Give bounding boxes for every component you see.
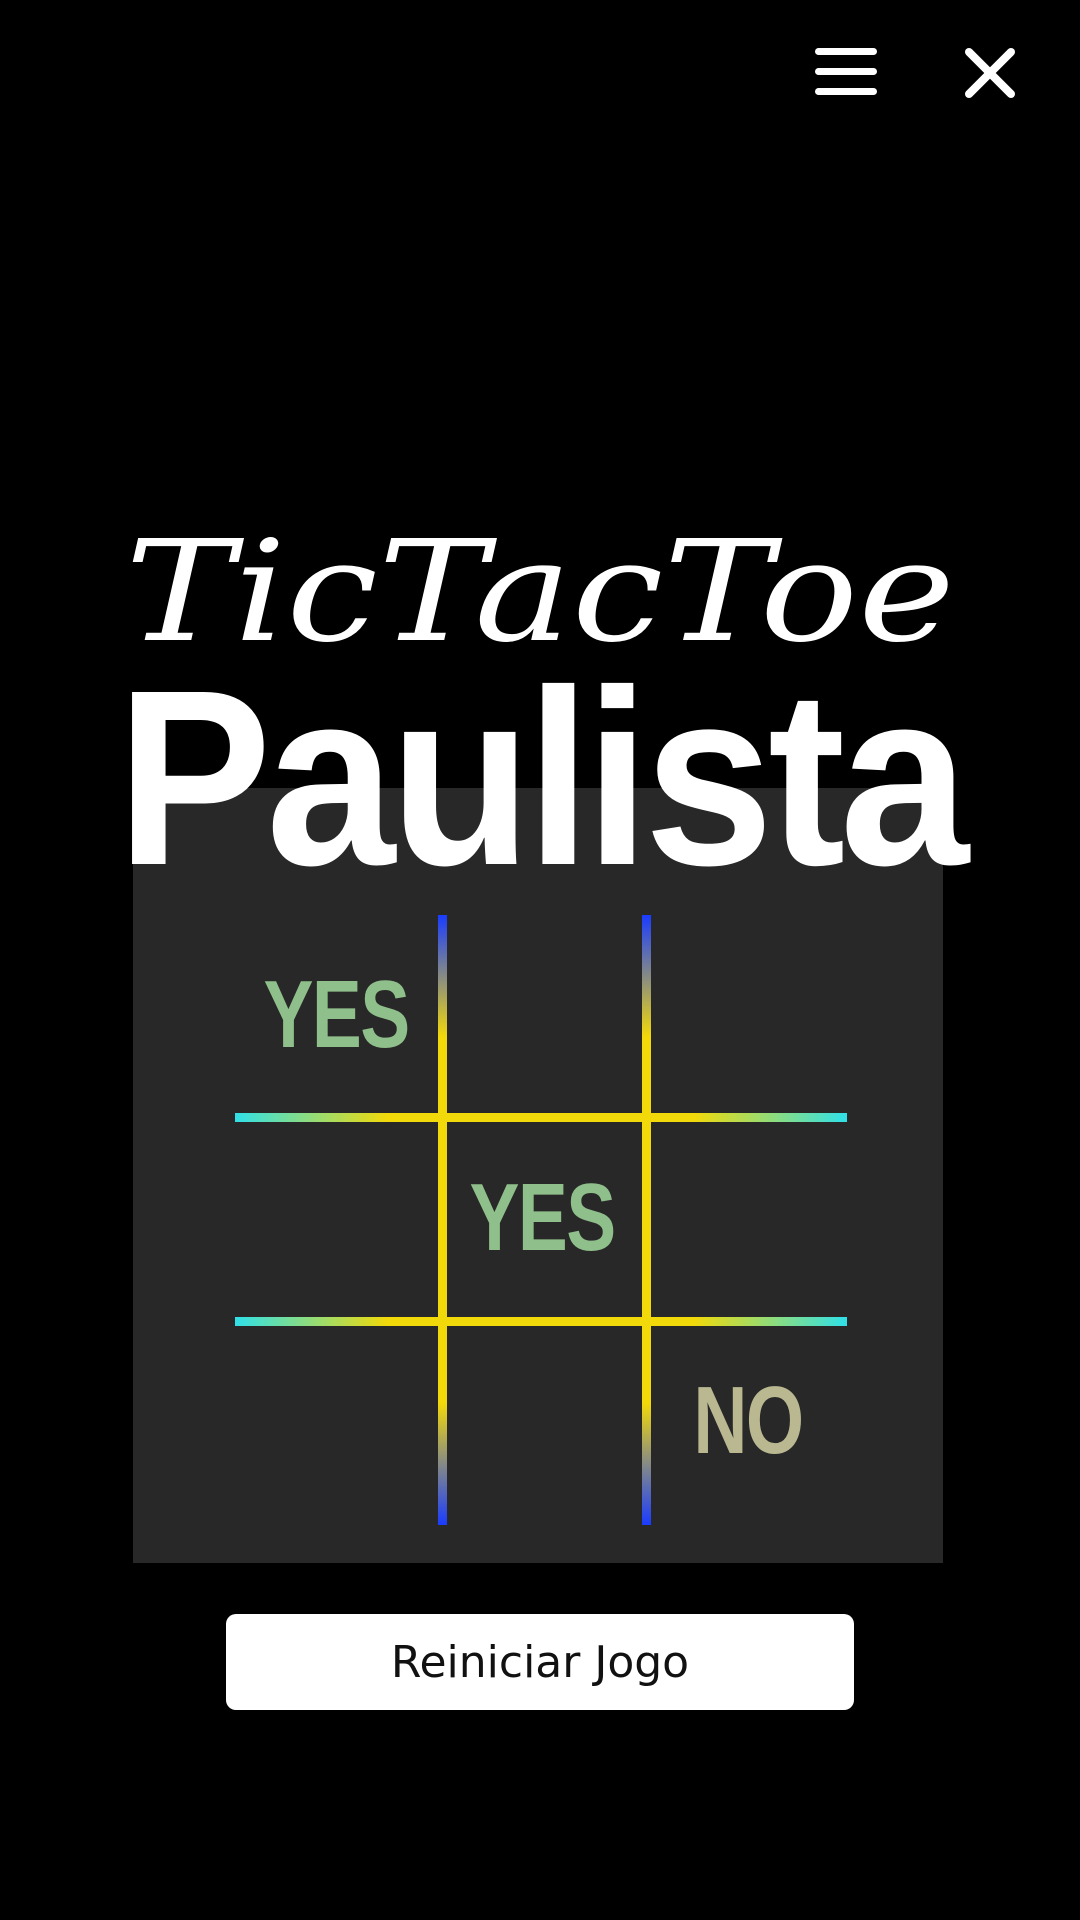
restart-game-button[interactable]: Reiniciar Jogo [226,1614,854,1710]
board-cell-5[interactable]: YES [442,1118,642,1318]
board-cell-2[interactable] [442,915,642,1115]
board-cell-6[interactable] [648,1118,848,1318]
menu-button[interactable] [805,38,885,108]
cell-mark: YES [263,961,410,1068]
hamburger-menu-icon [815,48,877,55]
board-cell-9[interactable]: NO [648,1321,848,1521]
close-button[interactable] [955,38,1025,108]
board-cell-7[interactable] [236,1321,436,1521]
hamburger-menu-icon-bar [815,68,877,75]
board-cell-1[interactable]: YES [236,915,436,1115]
cell-mark: YES [469,1164,616,1271]
top-bar [0,0,1080,150]
board-cell-4[interactable] [236,1118,436,1318]
close-icon [965,48,1015,98]
cell-mark: NO [693,1367,804,1474]
title-bold: Paulista [116,638,970,917]
board-cell-3[interactable] [648,915,848,1115]
board-cell-8[interactable] [442,1321,642,1521]
hamburger-menu-icon-bar [815,88,877,95]
